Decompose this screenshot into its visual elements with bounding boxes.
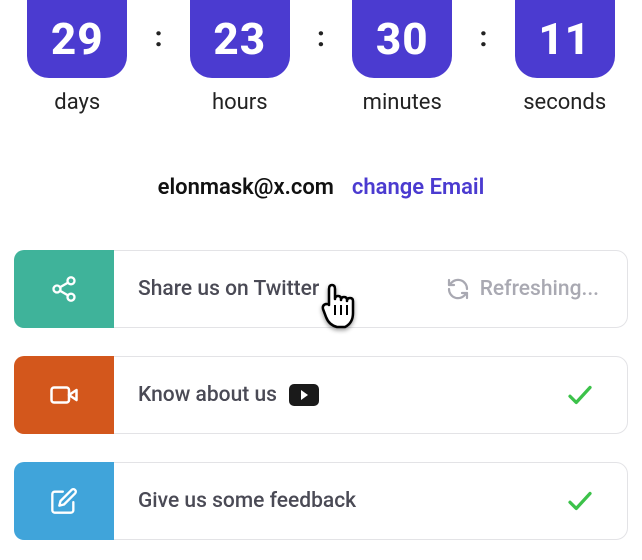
countdown-days-box: 29 bbox=[27, 0, 127, 78]
countdown-minutes: 30 minutes bbox=[343, 0, 462, 115]
countdown-hours-value: 23 bbox=[213, 13, 266, 65]
task-status-done bbox=[565, 486, 603, 516]
countdown-seconds: 11 seconds bbox=[505, 0, 624, 115]
countdown-days-label: days bbox=[54, 90, 100, 115]
countdown-separator: : bbox=[480, 20, 488, 53]
task-status-label: Refreshing... bbox=[480, 277, 599, 301]
email-row: elonmask@x.com change Email bbox=[0, 175, 642, 200]
task-title: Give us some feedback bbox=[138, 489, 356, 513]
refresh-icon bbox=[446, 277, 470, 301]
countdown-seconds-label: seconds bbox=[523, 90, 606, 115]
task-body: Know about us bbox=[114, 357, 627, 433]
countdown-days-value: 29 bbox=[51, 13, 104, 65]
edit-icon bbox=[14, 462, 114, 540]
countdown-separator: : bbox=[155, 20, 163, 53]
change-email-link[interactable]: change Email bbox=[352, 175, 484, 200]
countdown-minutes-box: 30 bbox=[352, 0, 452, 78]
check-icon bbox=[565, 486, 595, 516]
task-title: Share us on Twitter bbox=[138, 277, 319, 301]
countdown-days: 29 days bbox=[18, 0, 137, 115]
countdown-hours: 23 hours bbox=[180, 0, 299, 115]
countdown-separator: : bbox=[317, 20, 325, 53]
task-list: Share us on Twitter · Refreshing... bbox=[14, 250, 628, 540]
countdown: 29 days : 23 hours : 30 minutes : 11 sec… bbox=[0, 0, 642, 115]
countdown-seconds-box: 11 bbox=[515, 0, 615, 78]
countdown-minutes-label: minutes bbox=[363, 90, 442, 115]
task-status-done bbox=[565, 380, 603, 410]
countdown-hours-label: hours bbox=[212, 90, 268, 115]
task-title: Know about us bbox=[138, 383, 277, 407]
countdown-minutes-value: 30 bbox=[376, 13, 429, 65]
task-share-twitter[interactable]: Share us on Twitter · Refreshing... bbox=[14, 250, 628, 328]
task-know-about-us[interactable]: Know about us bbox=[14, 356, 628, 434]
countdown-hours-box: 23 bbox=[190, 0, 290, 78]
task-feedback[interactable]: Give us some feedback bbox=[14, 462, 628, 540]
task-body: Share us on Twitter · Refreshing... bbox=[114, 251, 627, 327]
video-icon bbox=[14, 356, 114, 434]
task-body: Give us some feedback bbox=[114, 463, 627, 539]
email-value: elonmask@x.com bbox=[158, 175, 334, 200]
check-icon bbox=[565, 380, 595, 410]
separator-dot: · bbox=[331, 277, 337, 301]
youtube-icon bbox=[289, 384, 319, 406]
task-status-refreshing: Refreshing... bbox=[446, 277, 603, 301]
share-icon bbox=[14, 250, 114, 328]
countdown-seconds-value: 11 bbox=[538, 13, 591, 65]
